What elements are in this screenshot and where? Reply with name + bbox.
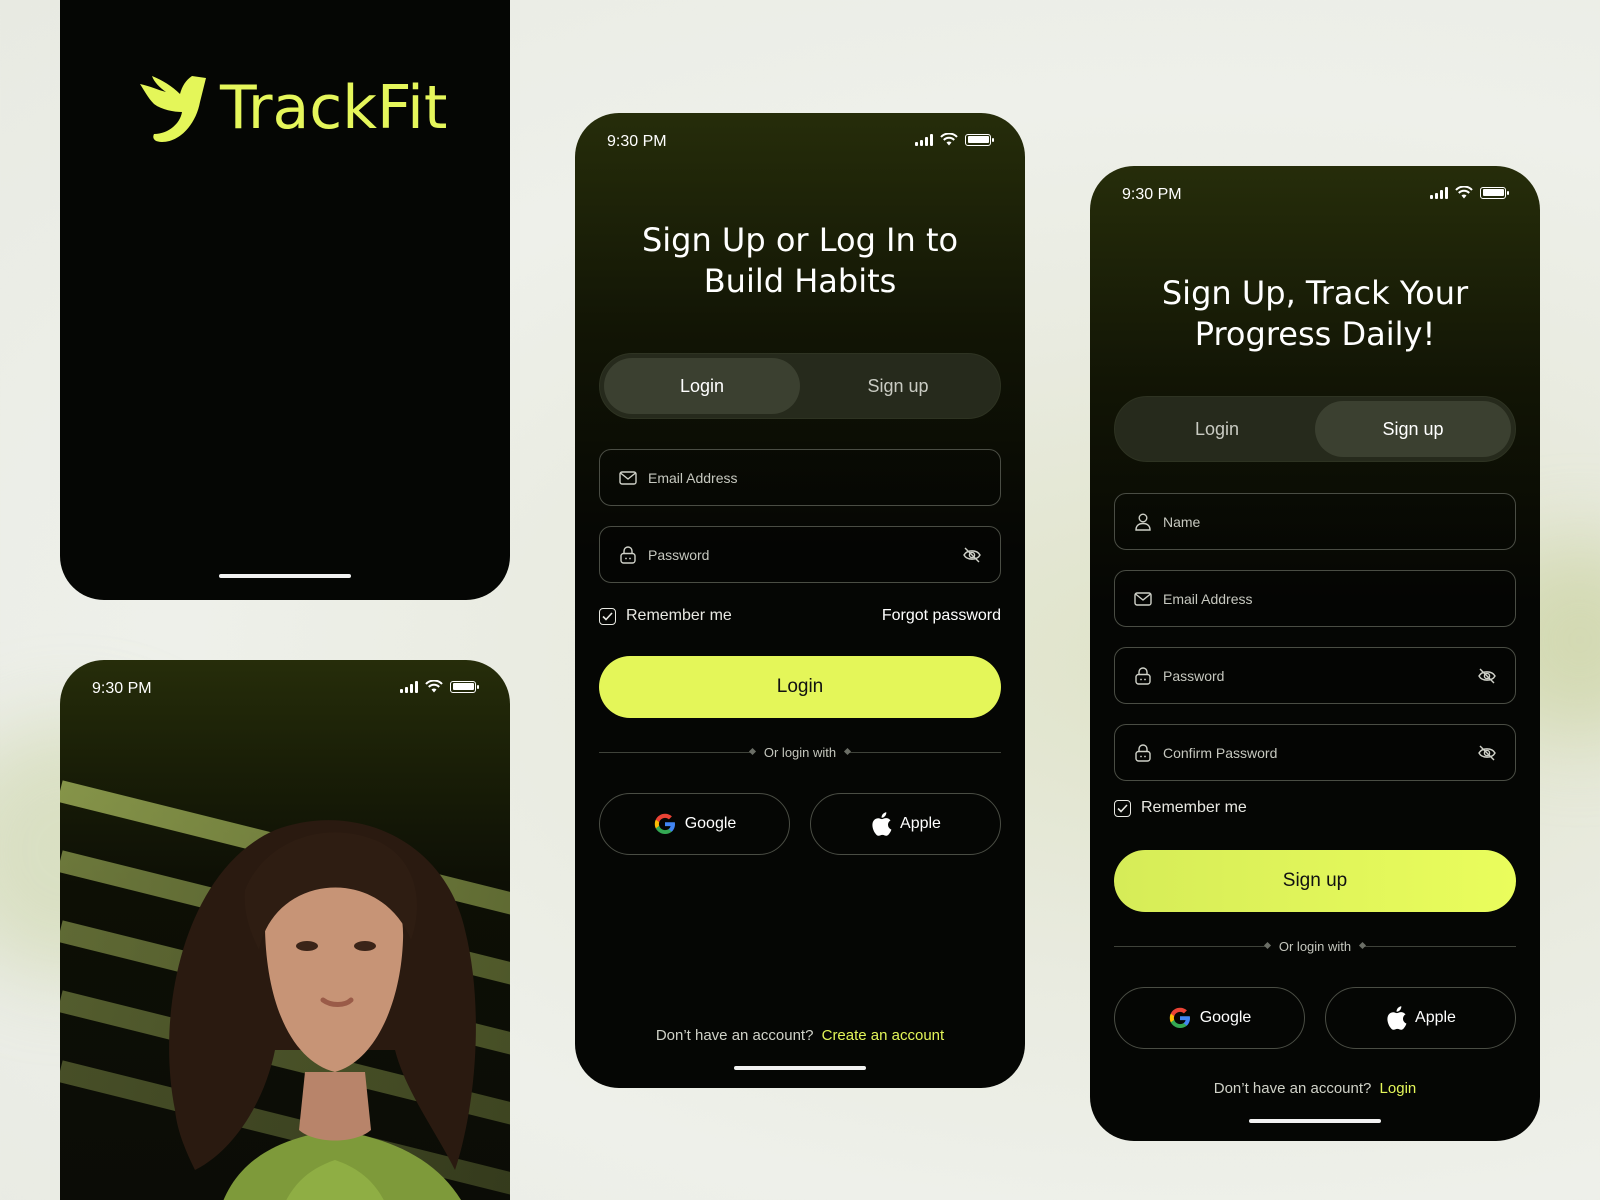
status-bar: 9:30 PM <box>1090 166 1540 206</box>
battery-icon <box>1480 186 1509 199</box>
page-title-line: Sign Up or Log In to <box>641 221 959 259</box>
name-placeholder: Name <box>1163 513 1201 530</box>
footer-text: Don’t have an account? <box>655 1027 814 1044</box>
forgot-password-link[interactable]: Forgot password <box>882 607 1001 625</box>
divider: Or login with <box>599 742 1001 762</box>
app-logo: TrackFit <box>140 72 447 144</box>
confirm-password-placeholder: Confirm Password <box>1163 744 1278 761</box>
divider-text: Or login with <box>763 744 837 760</box>
battery-icon <box>965 133 994 146</box>
lock-icon <box>618 545 638 565</box>
footer: Don’t have an account? Login <box>1090 1080 1540 1097</box>
password-placeholder: Password <box>1163 667 1225 684</box>
status-time: 9:30 PM <box>1122 186 1182 203</box>
tab-signup[interactable]: Sign up <box>800 358 996 414</box>
apple-icon <box>1387 1006 1407 1030</box>
brand-name: TrackFit <box>220 73 448 143</box>
signup-screen: 9:30 PM Sign Up, Track Your Progress Dai… <box>1090 166 1540 1141</box>
auth-tabs: Login Sign up <box>1114 396 1516 462</box>
checkbox-checked-icon[interactable] <box>599 607 616 625</box>
remember-label: Remember me <box>626 607 732 624</box>
tab-signup[interactable]: Sign up <box>1315 401 1511 457</box>
lock-icon <box>1133 666 1153 686</box>
mail-icon <box>1133 589 1153 609</box>
footer-text: Don’t have an account? <box>1213 1080 1372 1097</box>
wifi-icon <box>425 680 443 693</box>
email-placeholder: Email Address <box>648 469 738 486</box>
splash-screen: TrackFit <box>60 0 510 600</box>
onboarding-photo-screen: 9:30 PM <box>60 660 510 1200</box>
status-time: 9:30 PM <box>607 133 667 150</box>
apple-label: Apple <box>1415 1009 1456 1026</box>
battery-icon <box>450 680 479 693</box>
google-button[interactable]: Google <box>1114 987 1305 1049</box>
remember-label: Remember me <box>1141 799 1247 816</box>
google-icon <box>654 813 675 834</box>
email-field[interactable]: Email Address <box>599 449 1001 506</box>
remember-me[interactable]: Remember me <box>1114 799 1247 817</box>
login-link[interactable]: Login <box>1380 1080 1417 1097</box>
divider: Or login with <box>1114 936 1516 956</box>
signal-icon <box>1430 186 1448 199</box>
confirm-password-field[interactable]: Confirm Password <box>1114 724 1516 781</box>
eye-off-icon[interactable] <box>1477 743 1497 763</box>
home-indicator <box>219 574 351 578</box>
name-field[interactable]: Name <box>1114 493 1516 550</box>
apple-label: Apple <box>900 815 941 832</box>
status-bar: 9:30 PM <box>575 113 1025 153</box>
remember-me[interactable]: Remember me <box>599 607 732 625</box>
login-screen: 9:30 PM Sign Up or Log In to Build Habit… <box>575 113 1025 1088</box>
apple-button[interactable]: Apple <box>810 793 1001 855</box>
logo-bird-icon <box>140 76 206 142</box>
apple-icon <box>872 812 892 836</box>
signal-icon <box>915 133 933 146</box>
email-field[interactable]: Email Address <box>1114 570 1516 627</box>
apple-button[interactable]: Apple <box>1325 987 1516 1049</box>
divider-text: Or login with <box>1278 938 1352 954</box>
page-title: Sign Up, Track Your Progress Daily! <box>1090 273 1540 355</box>
google-label: Google <box>684 815 737 832</box>
password-field[interactable]: Password <box>1114 647 1516 704</box>
password-field[interactable]: Password <box>599 526 1001 583</box>
tab-login[interactable]: Login <box>1119 401 1315 457</box>
home-indicator <box>1249 1119 1381 1123</box>
lock-icon <box>1133 743 1153 763</box>
athlete-photo <box>169 820 476 1200</box>
status-bar: 9:30 PM <box>60 660 510 700</box>
user-icon <box>1133 512 1153 532</box>
signup-button[interactable]: Sign up <box>1114 850 1516 912</box>
mail-icon <box>618 468 638 488</box>
social-login: Google Apple <box>1114 987 1516 1049</box>
footer: Don’t have an account? Create an account <box>575 1027 1025 1044</box>
eye-off-icon[interactable] <box>1477 666 1497 686</box>
page-title: Sign Up or Log In to Build Habits <box>575 220 1025 302</box>
email-placeholder: Email Address <box>1163 590 1253 607</box>
password-placeholder: Password <box>648 546 710 563</box>
page-title-line: Build Habits <box>703 262 897 300</box>
login-button[interactable]: Login <box>599 656 1001 718</box>
create-account-link[interactable]: Create an account <box>822 1027 945 1044</box>
checkbox-checked-icon[interactable] <box>1114 799 1131 817</box>
signal-icon <box>400 680 418 693</box>
auth-tabs: Login Sign up <box>599 353 1001 419</box>
social-login: Google Apple <box>599 793 1001 855</box>
page-title-line: Progress Daily! <box>1194 315 1436 353</box>
google-label: Google <box>1199 1009 1252 1026</box>
tab-login[interactable]: Login <box>604 358 800 414</box>
wifi-icon <box>940 133 958 146</box>
home-indicator <box>734 1066 866 1070</box>
google-button[interactable]: Google <box>599 793 790 855</box>
eye-off-icon[interactable] <box>962 545 982 565</box>
google-icon <box>1169 1007 1190 1028</box>
wifi-icon <box>1455 186 1473 199</box>
page-title-line: Sign Up, Track Your <box>1161 274 1469 312</box>
status-time: 9:30 PM <box>92 680 152 697</box>
